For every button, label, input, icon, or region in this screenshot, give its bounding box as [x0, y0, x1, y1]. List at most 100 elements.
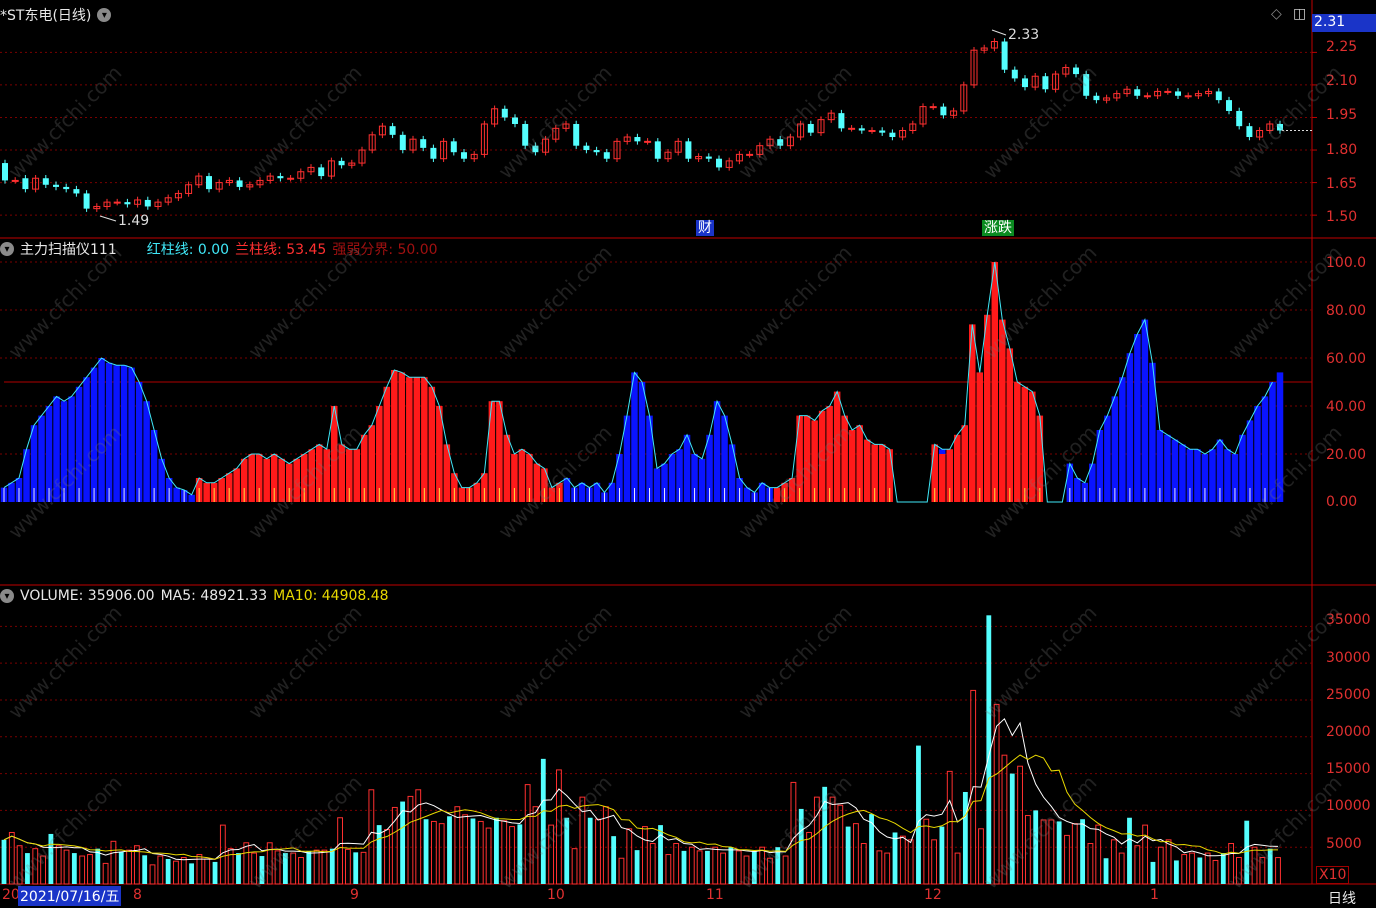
volume-bar	[634, 850, 640, 884]
volume-bar	[743, 855, 750, 885]
selected-date[interactable]: 2021/07/16/五	[18, 886, 122, 906]
high-price-marker: 2.33	[1008, 27, 1040, 43]
indicator-blue-bar	[668, 454, 676, 502]
indicator-blue-bar	[1194, 449, 1201, 502]
indicator-red-bar	[398, 372, 406, 502]
volume-bar	[931, 839, 938, 885]
indicator-blue-bar	[60, 401, 68, 502]
volume-bar	[673, 843, 680, 885]
volume-bar	[767, 857, 773, 885]
candle-body	[1001, 41, 1008, 70]
chevron-down-icon[interactable]: ▾	[0, 242, 14, 256]
stock-chart[interactable]	[0, 0, 1376, 907]
candle-body	[858, 128, 865, 131]
candle-body	[430, 147, 437, 159]
candle-body	[1134, 89, 1141, 96]
volume-bar	[790, 781, 797, 885]
chevron-down-icon[interactable]: ▾	[0, 589, 14, 603]
volume-bar	[1228, 843, 1235, 885]
volume-bar	[298, 857, 304, 885]
window-toggle-icon[interactable]: ◫	[1293, 6, 1306, 22]
candle-body	[53, 184, 59, 187]
volume-bar	[649, 843, 656, 885]
volume-bar	[688, 846, 695, 885]
indicator-blue-bar	[1209, 449, 1216, 502]
diamond-icon[interactable]: ◇	[1271, 6, 1282, 22]
indicator-blue-bar	[713, 401, 721, 502]
volume-bar	[110, 840, 117, 885]
candle-body	[1236, 110, 1243, 127]
volume-bar	[173, 860, 179, 885]
volume-bar	[1244, 820, 1250, 884]
indicator-red-bar	[278, 458, 285, 502]
volume-bar	[642, 826, 648, 885]
candle-body	[838, 113, 845, 129]
indicator-blue-bar	[1119, 377, 1126, 502]
indicator-red-bar	[976, 372, 984, 502]
indicator-blue-bar	[683, 434, 691, 502]
volume-ma10-line	[3, 754, 1279, 860]
candle-body	[746, 153, 754, 156]
indicator-blue-bar	[8, 482, 15, 502]
volume-bar	[532, 806, 539, 885]
event-badge-limit[interactable]: 涨跌	[982, 220, 1014, 236]
indicator-blue-bar	[1276, 372, 1284, 502]
candle-body	[1175, 91, 1181, 96]
volume-bar	[1259, 857, 1266, 885]
candle-body	[501, 108, 508, 118]
volume-bar	[1181, 854, 1188, 885]
volume-bar	[1275, 857, 1281, 885]
volume-bar	[1127, 817, 1132, 884]
volume-bar	[430, 820, 437, 885]
volume-bar	[485, 827, 492, 885]
candle-body	[124, 202, 131, 205]
current-price-tag: 2.31	[1312, 14, 1376, 32]
volume-bar	[876, 850, 883, 885]
candle-body	[22, 178, 29, 190]
indicator-red-bar	[833, 391, 841, 502]
volume-bar	[32, 848, 39, 885]
candle-body	[63, 186, 70, 190]
indicator-red-bar	[233, 468, 240, 502]
volume-bar	[204, 858, 211, 885]
candle-body	[522, 123, 529, 146]
volume-bar	[916, 745, 921, 884]
indicator-red-bar	[458, 487, 466, 502]
indicator-red-bar	[953, 434, 961, 502]
volume-bar	[16, 845, 23, 885]
volume-bar	[353, 852, 359, 884]
indicator-blue-bar	[1261, 396, 1269, 502]
chevron-down-icon[interactable]: ▾	[97, 8, 112, 22]
candle-body	[705, 156, 712, 159]
indicator-red-bar	[391, 370, 398, 502]
indicator-red-bar	[353, 449, 361, 502]
period-label[interactable]: 日线	[1328, 888, 1356, 908]
candle-body	[1093, 95, 1100, 101]
indicator-red-bar	[376, 406, 383, 502]
volume-bar	[1142, 824, 1149, 885]
candle-body	[807, 123, 814, 133]
indicator-blue-bar	[743, 487, 751, 502]
candle-body	[685, 141, 692, 159]
price-tick: 1.65	[1326, 176, 1358, 192]
volume-bar	[978, 828, 984, 885]
volume-bar	[1110, 839, 1117, 885]
volume-bar	[1173, 860, 1179, 884]
ma5-label: MA5: 48921.33	[160, 588, 268, 604]
indicator-red-bar	[338, 444, 346, 502]
indicator-blue-bar	[1074, 478, 1081, 502]
volume-bar	[923, 818, 930, 885]
volume-tick: 30000	[1326, 650, 1371, 666]
indicator-tick: 80.00	[1326, 303, 1367, 319]
month-label: 8	[133, 887, 142, 903]
volume-bar	[1040, 819, 1047, 885]
indicator-blue-bar	[1269, 382, 1276, 502]
volume-bar	[517, 824, 523, 884]
boundary-label: 强弱分界: 50.00	[332, 242, 438, 258]
candle-body	[1184, 95, 1192, 98]
candle-body	[573, 123, 580, 146]
volume-bar	[118, 851, 124, 884]
event-badge-finance[interactable]: 财	[696, 220, 714, 236]
candle-body	[1143, 95, 1151, 98]
candle-body	[144, 199, 151, 207]
